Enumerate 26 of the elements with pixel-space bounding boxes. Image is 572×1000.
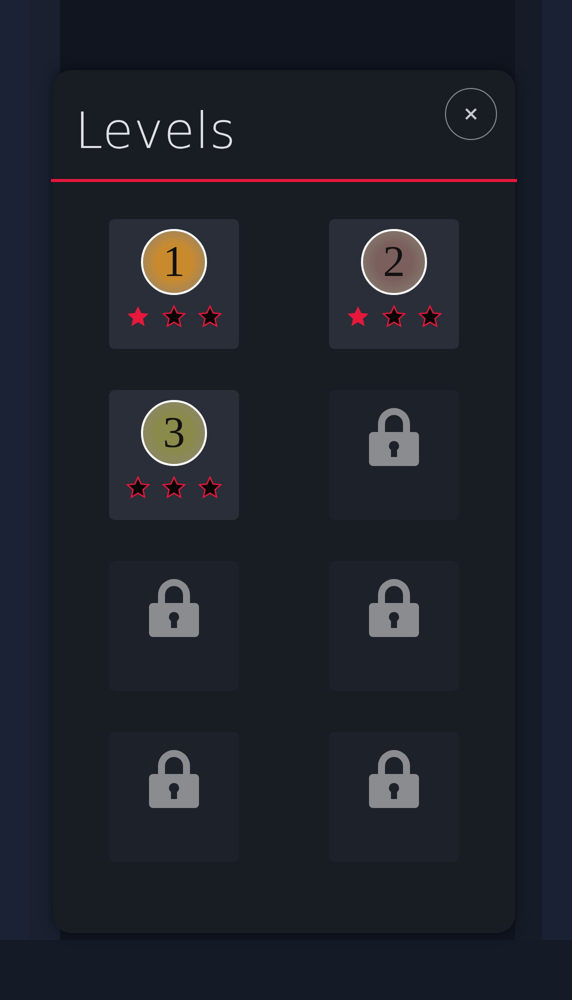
level-badge: 1 <box>141 229 207 295</box>
locked-level-tile[interactable] <box>109 561 239 691</box>
locked-level-tile[interactable] <box>329 732 459 862</box>
padlock-icon <box>149 577 199 639</box>
padlock-icon <box>149 748 199 810</box>
padlock-icon <box>369 748 419 810</box>
locked-level-tile[interactable] <box>329 561 459 691</box>
level-tile[interactable]: 1 <box>109 219 239 349</box>
padlock-icon <box>369 577 419 639</box>
star-icon <box>381 304 407 330</box>
close-button[interactable] <box>445 88 497 140</box>
panel-title: Levels <box>75 102 236 160</box>
star-icon <box>197 475 223 501</box>
star-icon <box>417 304 443 330</box>
locked-level-tile[interactable] <box>109 732 239 862</box>
close-icon <box>463 106 479 122</box>
level-badge: 3 <box>141 400 207 466</box>
star-icon <box>161 475 187 501</box>
star-icon <box>161 304 187 330</box>
level-badge: 2 <box>361 229 427 295</box>
level-tile[interactable]: 2 <box>329 219 459 349</box>
star-icon <box>125 475 151 501</box>
star-icon <box>197 304 223 330</box>
padlock-icon <box>369 406 419 468</box>
locked-level-tile[interactable] <box>329 390 459 520</box>
level-tile[interactable]: 3 <box>109 390 239 520</box>
